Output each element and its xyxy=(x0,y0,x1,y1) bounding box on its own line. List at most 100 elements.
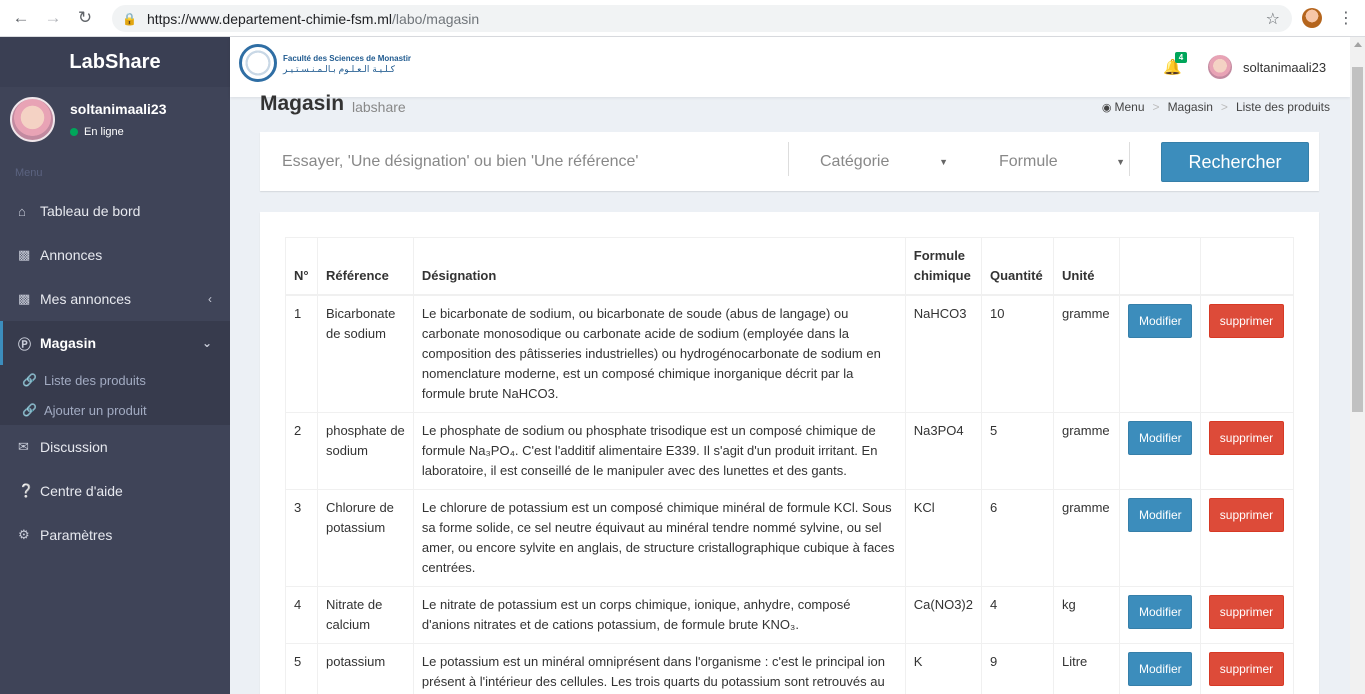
user-name: soltanimaali23 xyxy=(70,101,167,117)
modifier-button[interactable]: Modifier xyxy=(1127,421,1192,455)
table-row: 5 potassium Le potassium est un minéral … xyxy=(285,643,1295,694)
products-panel: N° Référence Désignation Formule chimiqu… xyxy=(260,212,1319,694)
sidebar-item-tableau-de-bord[interactable]: ⌂ Tableau de bord xyxy=(0,189,230,233)
cell-reference: potassium xyxy=(316,643,414,694)
sidebar-item-centre-aide[interactable]: ❔ Centre d'aide xyxy=(0,469,230,513)
sidebar-item-magasin[interactable]: Ⓟ Magasin ⌄ xyxy=(0,321,230,365)
question-circle-icon: ❔ xyxy=(18,483,35,498)
sidebar-subitem-label: Liste des produits xyxy=(44,372,146,388)
cell-formule: NaHCO3 xyxy=(904,294,983,413)
forward-arrow-icon[interactable]: → xyxy=(42,7,64,29)
back-arrow-icon[interactable]: ← xyxy=(10,7,32,29)
col-header-quantite: Quantité xyxy=(981,237,1054,296)
url-host: https://www.departement-chimie-fsm.ml xyxy=(146,10,393,27)
breadcrumb-menu[interactable]: Menu xyxy=(1115,100,1145,114)
sidebar: LabShare soltanimaali23 En ligne Menu ⌂ … xyxy=(0,37,230,694)
formule-select-value: Formule xyxy=(999,152,1058,170)
page-subtitle: labshare xyxy=(352,99,406,115)
categorie-select[interactable]: Catégorie ▼ xyxy=(820,132,948,191)
faculty-name-ar: كـلـيـة الـعـلـوم بـالـمـنـسـتـيـر xyxy=(283,65,395,75)
cell-designation: Le nitrate de potassium est un corps chi… xyxy=(412,586,906,644)
modifier-button[interactable]: Modifier xyxy=(1127,652,1192,686)
modifier-button[interactable]: Modifier xyxy=(1127,498,1192,532)
sidebar-subitem-ajouter-produit[interactable]: 🔗 Ajouter un produit xyxy=(0,395,230,425)
faculty-seal-icon[interactable] xyxy=(239,44,277,82)
basket-icon: ▩ xyxy=(18,291,31,306)
cell-n: 3 xyxy=(285,489,318,587)
cell-quantite: 9 xyxy=(981,643,1054,694)
cell-reference: Bicarbonate de sodium xyxy=(316,294,414,413)
submenu-magasin: 🔗 Liste des produits 🔗 Ajouter un produi… xyxy=(0,365,230,425)
col-header-formule: Formule chimique xyxy=(904,237,983,296)
sidebar-item-label: Paramètres xyxy=(40,527,113,543)
chevron-down-icon: ⌄ xyxy=(201,336,212,350)
sidebar-item-mes-annonces[interactable]: ▩ Mes annonces ‹ xyxy=(0,277,230,321)
supprimer-button[interactable]: supprimer xyxy=(1208,304,1284,338)
breadcrumb: ◉ Menu > Magasin > Liste des produits xyxy=(1101,100,1330,114)
cell-quantite: 10 xyxy=(981,294,1054,413)
supprimer-button[interactable]: supprimer xyxy=(1208,595,1284,629)
modifier-button[interactable]: Modifier xyxy=(1127,595,1192,629)
link-icon: 🔗 xyxy=(22,373,37,387)
products-table: N° Référence Désignation Formule chimiqu… xyxy=(285,237,1295,694)
sidebar-subitem-liste-produits[interactable]: 🔗 Liste des produits xyxy=(0,365,230,395)
address-bar[interactable]: 🔒 https://www.departement-chimie-fsm.ml /… xyxy=(112,5,1292,32)
breadcrumb-magasin[interactable]: Magasin xyxy=(1168,100,1213,114)
header-username[interactable]: soltanimaali23 xyxy=(1243,60,1326,75)
avatar xyxy=(10,97,55,142)
sidebar-item-discussion[interactable]: ✉ Discussion xyxy=(0,425,230,469)
chevron-left-icon: ‹ xyxy=(208,292,212,306)
sidebar-item-annonces[interactable]: ▩ Annonces xyxy=(0,233,230,277)
cell-designation: Le bicarbonate de sodium, ou bicarbonate… xyxy=(412,294,906,413)
supprimer-button[interactable]: supprimer xyxy=(1208,498,1284,532)
cell-unite: Litre xyxy=(1052,643,1120,694)
col-header-n: N° xyxy=(285,237,318,296)
link-icon: 🔗 xyxy=(22,403,37,417)
kebab-menu-icon[interactable]: ⋮ xyxy=(1338,8,1354,28)
sidebar-item-label: Discussion xyxy=(40,439,108,455)
browser-toolbar: ← → ↻ 🔒 https://www.departement-chimie-f… xyxy=(0,0,1365,37)
user-status-label: En ligne xyxy=(84,126,124,138)
envelope-icon: ✉ xyxy=(18,439,29,454)
scrollbar-thumb[interactable] xyxy=(1352,67,1363,412)
reload-icon[interactable]: ↻ xyxy=(74,7,96,29)
table-row: 1 Bicarbonate de sodium Le bicarbonate d… xyxy=(285,294,1295,413)
browser-profile-icon[interactable] xyxy=(1302,8,1322,28)
lock-icon: 🔒 xyxy=(122,11,137,26)
home-icon: ⌂ xyxy=(18,203,26,219)
caret-down-icon: ▼ xyxy=(939,156,948,167)
star-icon[interactable]: ☆ xyxy=(1266,9,1280,29)
search-input[interactable] xyxy=(260,132,788,191)
cell-formule: KCl xyxy=(904,489,983,587)
cell-n: 2 xyxy=(285,412,318,490)
scroll-up-arrow-icon[interactable] xyxy=(1354,42,1362,47)
col-header-reference: Référence xyxy=(316,237,414,296)
notification-badge: 4 xyxy=(1175,52,1187,63)
cell-reference: Nitrate de calcium xyxy=(316,586,414,644)
formule-select[interactable]: Formule ▼ xyxy=(999,132,1125,191)
categorie-select-value: Catégorie xyxy=(820,152,890,170)
avatar[interactable] xyxy=(1208,55,1232,79)
cell-designation: Le chlorure de potassium est un composé … xyxy=(412,489,906,587)
gear-icon: ⚙ xyxy=(18,527,30,542)
page-scrollbar[interactable] xyxy=(1350,37,1365,694)
table-header-row: N° Référence Désignation Formule chimiqu… xyxy=(285,237,1295,296)
brand-logo[interactable]: LabShare xyxy=(0,37,230,87)
breadcrumb-current: Liste des produits xyxy=(1235,100,1330,114)
top-header: Faculté des Sciences de Monastir كـلـيـة… xyxy=(230,37,1350,97)
online-dot-icon xyxy=(70,128,78,136)
supprimer-button[interactable]: supprimer xyxy=(1208,421,1284,455)
cell-quantite: 5 xyxy=(981,412,1054,490)
cell-reference: phosphate de sodium xyxy=(316,412,414,490)
cell-n: 5 xyxy=(285,643,318,694)
supprimer-button[interactable]: supprimer xyxy=(1208,652,1284,686)
col-header-unite: Unité xyxy=(1052,237,1120,296)
user-status: En ligne xyxy=(70,126,124,138)
sidebar-item-parametres[interactable]: ⚙ Paramètres xyxy=(0,513,230,557)
sidebar-item-label: Magasin xyxy=(40,335,97,351)
user-panel: soltanimaali23 En ligne xyxy=(0,87,230,157)
cell-unite: gramme xyxy=(1052,412,1120,490)
basket-icon: ▩ xyxy=(18,247,31,262)
modifier-button[interactable]: Modifier xyxy=(1127,304,1192,338)
rechercher-button[interactable]: Rechercher xyxy=(1161,142,1309,182)
